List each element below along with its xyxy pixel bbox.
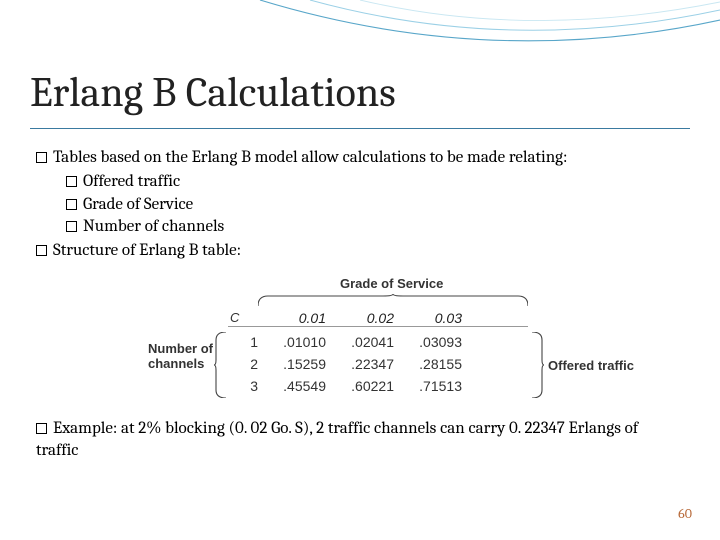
table-cell: .15259 — [258, 356, 326, 374]
square-bullet-icon — [36, 152, 47, 163]
bullet-text: Number of channels — [83, 217, 224, 236]
bullet-grade-of-service: Grade of Service — [66, 194, 684, 216]
square-bullet-icon — [36, 245, 47, 256]
table-left-label: Number of channels — [148, 342, 214, 372]
bullet-text: Tables based on the Erlang B model allow… — [53, 148, 567, 167]
square-bullet-icon — [66, 176, 77, 187]
table-rows: 1 .01010 .02041 .03093 2 .15259 .22347 .… — [228, 332, 462, 398]
square-bullet-icon — [66, 199, 77, 210]
bullet-structure: Structure of Erlang B table: — [36, 240, 684, 262]
bullet-text: Example: at 2% blocking (0. 02 Go. S), 2… — [36, 419, 638, 460]
row-number: 1 — [228, 334, 258, 352]
title-underline — [30, 128, 690, 129]
table-cell: .28155 — [394, 356, 462, 374]
table-cell: .02041 — [326, 334, 394, 352]
table-right-label: Offered traffic — [548, 358, 634, 375]
bullet-offered-traffic: Offered traffic — [66, 171, 684, 193]
table-row: 2 .15259 .22347 .28155 — [228, 354, 462, 376]
bullet-text: Grade of Service — [83, 195, 193, 214]
page-title: Erlang B Calculations — [30, 68, 396, 117]
table-cell: .03093 — [394, 334, 462, 352]
row-number: 3 — [228, 378, 258, 396]
table-separator — [228, 326, 528, 327]
square-bullet-icon — [66, 221, 77, 232]
content-area: Tables based on the Erlang B model allow… — [36, 145, 684, 463]
bullet-example: Example: at 2% blocking (0. 02 Go. S), 2… — [36, 418, 684, 462]
bullet-number-of-channels: Number of channels — [66, 216, 684, 238]
table-cell: .01010 — [258, 334, 326, 352]
bullet-text: Offered traffic — [83, 172, 180, 191]
bullet-text: Structure of Erlang B table: — [53, 241, 241, 260]
erlang-table: Grade of Service C 0.01 0.02 0.03 Number… — [150, 276, 570, 404]
table-cell: .60221 — [326, 378, 394, 396]
brace-right-icon — [532, 332, 544, 398]
slide: Erlang B Calculations Tables based on th… — [0, 0, 720, 540]
row-number: 2 — [228, 356, 258, 374]
brace-top-icon — [258, 294, 528, 306]
square-bullet-icon — [36, 423, 47, 434]
table-cell: .71513 — [394, 378, 462, 396]
table-row: 1 .01010 .02041 .03093 — [228, 332, 462, 354]
table-row: 3 .45549 .60221 .71513 — [228, 376, 462, 398]
table-top-label: Grade of Service — [340, 276, 443, 293]
brace-left-icon — [214, 332, 226, 398]
table-cell: .45549 — [258, 378, 326, 396]
table-cell: .22347 — [326, 356, 394, 374]
page-number: 60 — [678, 505, 692, 522]
bullet-intro: Tables based on the Erlang B model allow… — [36, 147, 684, 169]
